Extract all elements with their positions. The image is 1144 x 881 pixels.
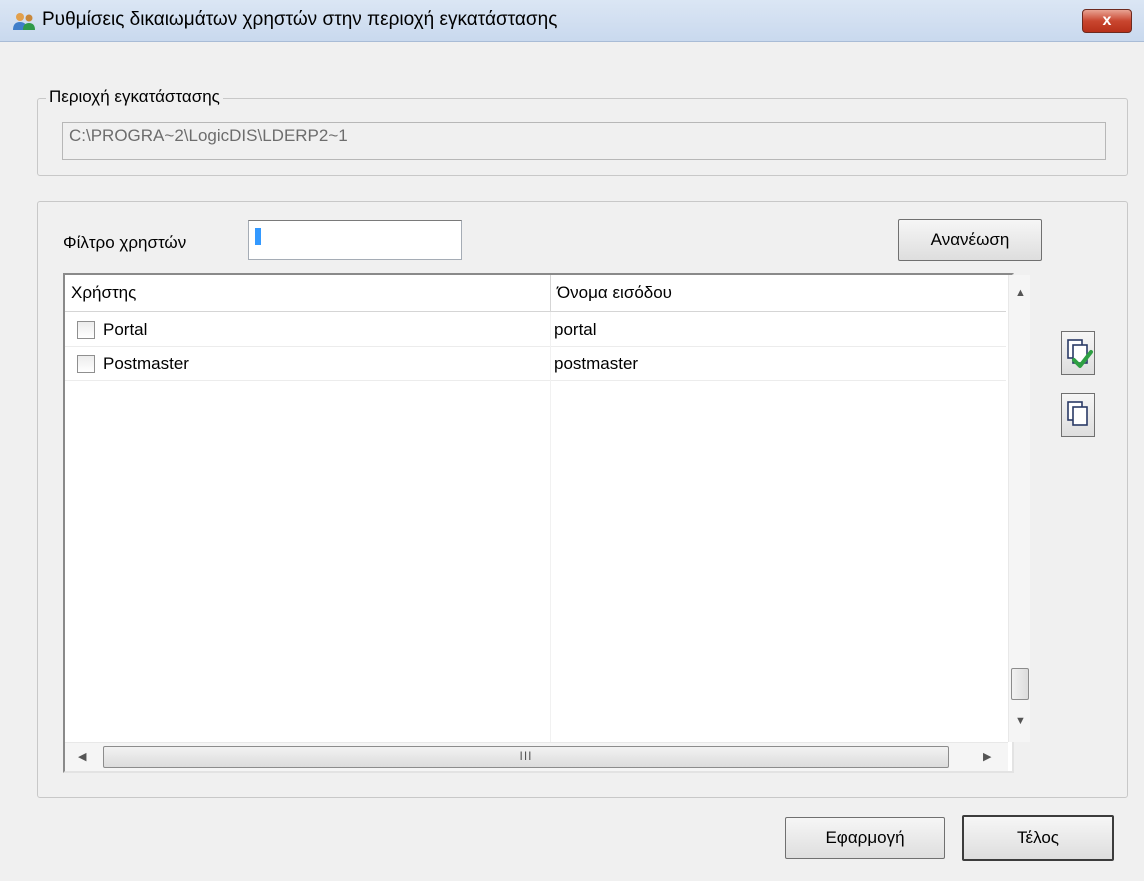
vertical-scroll-thumb[interactable] (1011, 668, 1029, 700)
user-filter-input[interactable] (248, 220, 462, 260)
vertical-scrollbar[interactable]: ▲ ▼ (1008, 275, 1030, 742)
scroll-left-icon[interactable]: ◀ (78, 750, 86, 763)
user-name-cell: Portal (103, 320, 148, 339)
users-grid[interactable]: Χρήστης Όνομα εισόδου Portal portal Post… (63, 273, 1030, 773)
grid-header: Χρήστης Όνομα εισόδου (65, 275, 1006, 312)
close-icon: x (1102, 12, 1112, 29)
install-area-group: Περιοχή εγκατάστασης C:\PROGRA~2\LogicDI… (37, 87, 1128, 176)
column-header-user[interactable]: Χρήστης (65, 275, 550, 312)
close-button[interactable]: x (1082, 9, 1132, 33)
filter-label: Φίλτρο χρηστών (63, 233, 187, 252)
row-checkbox[interactable] (77, 355, 95, 373)
scroll-grip: III (519, 749, 533, 763)
select-all-button[interactable] (1061, 331, 1095, 375)
install-area-legend: Περιοχή εγκατάστασης (46, 87, 223, 107)
window-title: Ρυθμίσεις δικαιωμάτων χρηστών στην περιο… (42, 9, 558, 30)
users-icon (13, 13, 35, 30)
horizontal-scrollbar[interactable]: ◀ III ▶ (65, 742, 1008, 771)
table-row[interactable]: Portal portal (65, 313, 1006, 347)
deselect-all-icon (1067, 401, 1088, 426)
select-all-icon (1067, 339, 1093, 368)
deselect-all-button[interactable] (1061, 393, 1095, 437)
finish-button[interactable]: Τέλος (962, 815, 1114, 861)
title-bar: Ρυθμίσεις δικαιωμάτων χρηστών στην περιο… (0, 0, 1144, 42)
text-caret (255, 228, 261, 245)
scroll-up-icon[interactable]: ▲ (1015, 287, 1026, 299)
apply-button[interactable]: Εφαρμογή (785, 817, 945, 859)
scroll-right-icon[interactable]: ▶ (983, 750, 991, 763)
table-row[interactable]: Postmaster postmaster (65, 347, 1006, 381)
login-name-cell: postmaster (554, 354, 639, 373)
user-name-cell: Postmaster (103, 354, 189, 373)
horizontal-scroll-thumb[interactable]: III (103, 746, 949, 768)
refresh-button[interactable]: Ανανέωση (898, 219, 1042, 261)
login-name-cell: portal (554, 320, 597, 339)
install-path-field: C:\PROGRA~2\LogicDIS\LDERP2~1 (62, 122, 1106, 160)
row-checkbox[interactable] (77, 321, 95, 339)
scroll-down-icon[interactable]: ▼ (1015, 715, 1026, 727)
column-divider (550, 312, 551, 742)
column-header-login[interactable]: Όνομα εισόδου (551, 275, 1006, 312)
